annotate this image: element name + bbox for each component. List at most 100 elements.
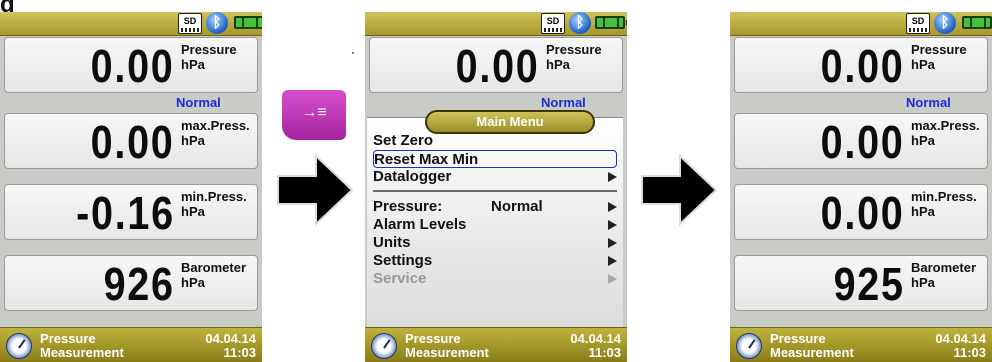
reading-row-min-pressure: -0.16 min.Press. hPa (4, 184, 258, 240)
min-pressure-label: min.Press. (911, 189, 977, 204)
max-pressure-unit: hPa (181, 133, 205, 148)
menu-item-label: Units (373, 234, 411, 251)
time-display: 11:03 (223, 345, 256, 360)
barometer-value: 926 (103, 258, 175, 310)
pressure-label: Pressure (181, 42, 237, 57)
pressure-value: 0.00 (821, 40, 905, 92)
menu-item-label: Reset Max Min (374, 151, 479, 168)
submenu-arrow-icon (608, 202, 617, 212)
mode-label-line2: Measurement (405, 345, 489, 360)
barometer-unit: hPa (181, 275, 205, 290)
menu-item-label: Set Zero (373, 132, 434, 149)
barometer-unit: hPa (911, 275, 935, 290)
pressure-status: Normal (906, 95, 951, 110)
menu-item-label: Alarm Levels (373, 216, 467, 233)
status-bar: SD ᛒ (730, 12, 992, 36)
gauge-icon (736, 333, 762, 359)
bluetooth-icon: ᛒ (569, 12, 591, 34)
barometer-label: Barometer (181, 260, 247, 275)
mode-label-line1: Pressure (405, 331, 461, 346)
bottom-bar: Pressure Measurement 04.04.14 11:03 (365, 327, 627, 362)
menu-item-label: Settings (373, 252, 433, 269)
status-bar: SD ᛒ (365, 12, 627, 36)
pressure-unit: hPa (181, 57, 205, 72)
pressure-unit: hPa (546, 57, 570, 72)
right-arrow-icon (641, 153, 718, 227)
menu-item-datalogger[interactable]: Datalogger (373, 168, 617, 186)
pressure-status: Normal (176, 95, 221, 110)
menu-item-reset-max-min[interactable]: Reset Max Min (373, 150, 617, 168)
time-display: 11:03 (953, 345, 986, 360)
mode-label-line2: Measurement (40, 345, 124, 360)
reading-row-pressure: 0.00 Pressure hPa (4, 37, 258, 93)
menu-item-alarm-levels[interactable]: Alarm Levels (373, 216, 617, 234)
reading-row-max-pressure: 0.00 max.Press. hPa (4, 113, 258, 169)
submenu-arrow-icon (608, 256, 617, 266)
menu-item-pressure-mode[interactable]: Pressure: Normal (373, 198, 617, 216)
sd-card-icon: SD (178, 13, 202, 34)
menu-item-service: Service (373, 270, 617, 288)
reading-row-min-pressure: 0.00 min.Press. hPa (734, 184, 988, 240)
pressure-value: 0.00 (91, 40, 175, 92)
min-pressure-label: min.Press. (181, 189, 247, 204)
pressure-unit: hPa (911, 57, 935, 72)
submenu-arrow-icon (608, 274, 617, 284)
bottom-bar: Pressure Measurement 04.04.14 11:03 (0, 327, 262, 362)
max-pressure-value: 0.00 (91, 116, 175, 168)
max-pressure-value: 0.00 (821, 116, 905, 168)
reading-row-barometer: 926 Barometer hPa (4, 255, 258, 311)
menu-item-label: Pressure: (373, 198, 443, 215)
device-screen-menu: SD ᛒ 0.00 Pressure hPa Normal Main Menu … (365, 12, 627, 362)
reading-row-pressure: 0.00 Pressure hPa (734, 37, 988, 93)
menu-item-label: Datalogger (373, 168, 452, 185)
pressure-label: Pressure (546, 42, 602, 57)
submenu-arrow-icon (608, 220, 617, 230)
battery-icon (234, 16, 262, 29)
pressure-value: 0.00 (456, 40, 540, 92)
menu-item-set-zero[interactable]: Set Zero (373, 132, 617, 150)
date-display: 04.04.14 (935, 331, 986, 346)
submenu-arrow-icon (608, 172, 617, 182)
mode-label-line1: Pressure (40, 331, 96, 346)
menu-item-settings[interactable]: Settings (373, 252, 617, 270)
right-arrow-icon (277, 153, 354, 227)
bottom-bar: Pressure Measurement 04.04.14 11:03 (730, 327, 992, 362)
barometer-value: 925 (833, 258, 905, 310)
bluetooth-icon: ᛒ (934, 12, 956, 34)
menu-item-units[interactable]: Units (373, 234, 617, 252)
device-screen-before: SD ᛒ 0.00 Pressure hPa Normal 0.00 max.P… (0, 12, 262, 362)
min-pressure-value: -0.16 (76, 187, 175, 239)
pressure-label: Pressure (911, 42, 967, 57)
menu-item-label: Service (373, 270, 427, 287)
max-pressure-label: max.Press. (181, 118, 250, 133)
bluetooth-icon: ᛒ (206, 12, 228, 34)
battery-icon (595, 16, 627, 29)
menu-title: Main Menu (425, 110, 595, 134)
device-screen-after: SD ᛒ 0.00 Pressure hPa Normal 0.00 max.P… (730, 12, 992, 362)
reading-row-pressure: 0.00 Pressure hPa (369, 37, 623, 93)
barometer-label: Barometer (911, 260, 977, 275)
max-pressure-unit: hPa (911, 133, 935, 148)
menu-key-button[interactable]: →≡ (282, 90, 346, 140)
sd-card-icon: SD (906, 13, 930, 34)
battery-icon (962, 16, 992, 29)
min-pressure-unit: hPa (181, 204, 205, 219)
status-bar: SD ᛒ (0, 12, 262, 36)
date-display: 04.04.14 (570, 331, 621, 346)
gauge-icon (371, 333, 397, 359)
mode-label-line1: Pressure (770, 331, 826, 346)
min-pressure-unit: hPa (911, 204, 935, 219)
reading-row-max-pressure: 0.00 max.Press. hPa (734, 113, 988, 169)
menu-divider (373, 190, 617, 192)
mode-label-line2: Measurement (770, 345, 854, 360)
max-pressure-label: max.Press. (911, 118, 980, 133)
main-menu: Main Menu Set Zero Reset Max Min Datalog… (367, 110, 623, 329)
min-pressure-value: 0.00 (821, 187, 905, 239)
time-display: 11:03 (588, 345, 621, 360)
sd-card-icon: SD (541, 13, 565, 34)
stray-dot (352, 52, 354, 54)
gauge-icon (6, 333, 32, 359)
pressure-status: Normal (541, 95, 586, 110)
reading-row-barometer: 925 Barometer hPa (734, 255, 988, 311)
date-display: 04.04.14 (205, 331, 256, 346)
